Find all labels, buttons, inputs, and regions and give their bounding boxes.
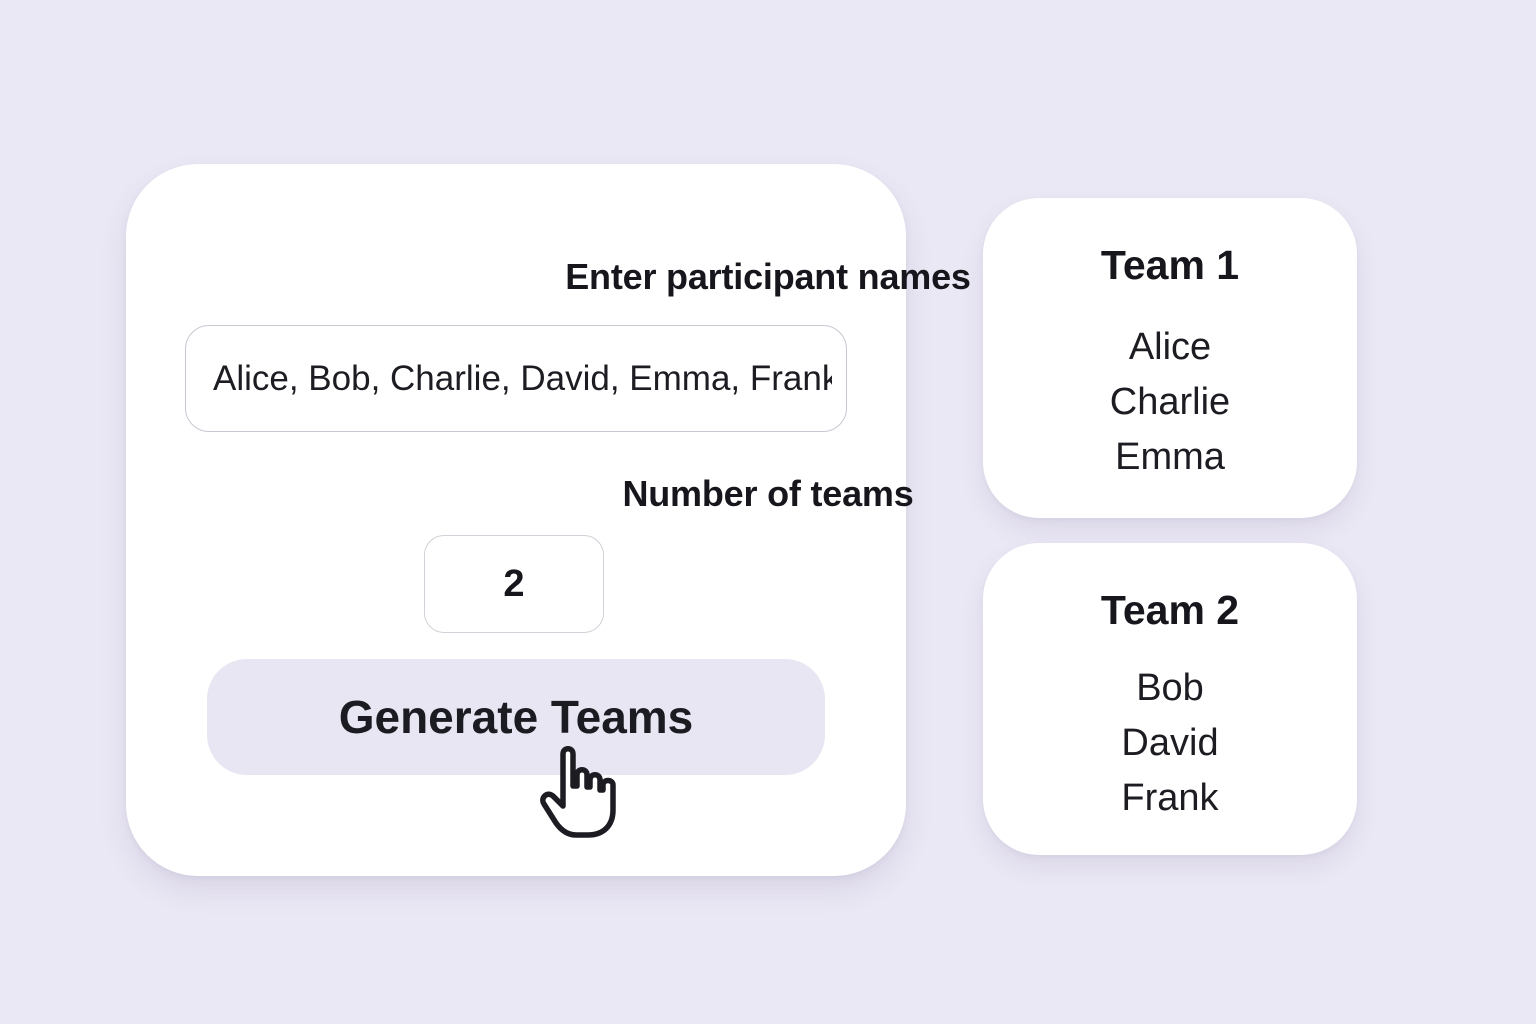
team-member: David — [1121, 722, 1219, 764]
generate-teams-button[interactable]: Generate Teams — [207, 659, 825, 775]
team-members-list: Alice Charlie Emma — [983, 320, 1357, 485]
team-member: Frank — [1121, 777, 1219, 819]
team-member: Alice — [1128, 326, 1212, 368]
names-input[interactable] — [185, 325, 847, 432]
page: Enter participant names Number of teams … — [0, 0, 1536, 1024]
team-member: Bob — [1136, 667, 1204, 709]
team-member: Charlie — [1109, 381, 1231, 423]
team-member: Emma — [1115, 436, 1225, 478]
teams-count-input[interactable] — [424, 535, 604, 633]
team-members-list: Bob David Frank — [983, 661, 1357, 826]
team-title: Team 2 — [1100, 587, 1240, 633]
hand-pointer-icon — [540, 746, 616, 838]
team-card-1: Team 1 Alice Charlie Emma — [983, 198, 1357, 518]
team-card-2: Team 2 Bob David Frank — [983, 543, 1357, 855]
team-title: Team 1 — [1100, 242, 1240, 288]
